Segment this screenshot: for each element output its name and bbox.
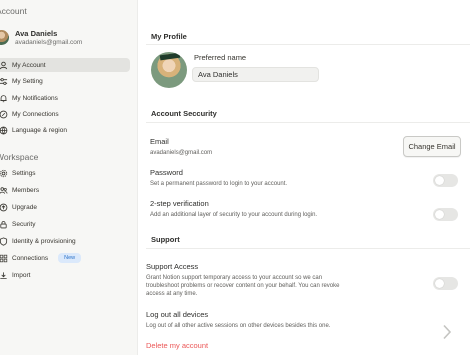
- users-icon: [0, 186, 8, 195]
- password-description: Set a permanent password to login to you…: [150, 181, 288, 187]
- sidebar-item-label: Security: [12, 220, 36, 228]
- shield-icon: [0, 236, 8, 246]
- two-step-label: 2-step verification: [150, 199, 209, 208]
- sidebar-item-label: My Setting: [12, 77, 43, 85]
- avatar: [0, 30, 9, 45]
- sidebar-item-connections[interactable]: Connections New: [0, 251, 130, 265]
- sidebar-item-language-region[interactable]: Language & region: [0, 123, 130, 137]
- graduation-cap-icon: [159, 52, 181, 61]
- email-value: avadaniels@gmail.com: [150, 150, 213, 156]
- two-step-description: Add an additional layer of security to y…: [150, 212, 318, 218]
- grid-icon: [0, 254, 8, 263]
- bell-icon: [0, 94, 8, 103]
- settings-content: My Profile Preferred name Account Seccur…: [138, 0, 474, 355]
- sidebar-item-members[interactable]: Members: [0, 183, 130, 197]
- delete-account-button[interactable]: Delete my account: [146, 341, 208, 350]
- account-section-heading: Account: [0, 6, 27, 16]
- sidebar-item-label: Settings: [12, 169, 36, 177]
- support-heading: Support: [151, 235, 180, 244]
- sidebar-item-label: Upgrade: [12, 203, 37, 211]
- change-email-button[interactable]: Change Email: [403, 136, 461, 157]
- sidebar-item-label: Members: [12, 186, 40, 194]
- support-access-description-line: access at any time.: [146, 291, 198, 297]
- sidebar-item-label: My Account: [12, 61, 46, 69]
- sidebar-item-my-setting[interactable]: My Setting: [0, 74, 130, 88]
- divider: [146, 248, 470, 249]
- support-access-label: Support Access: [146, 262, 199, 271]
- sidebar-item-settings[interactable]: Settings: [0, 166, 130, 180]
- sliders-icon: [0, 77, 8, 86]
- email-label: Email: [150, 137, 169, 146]
- sidebar-item-label: Import: [12, 271, 31, 279]
- divider: [146, 44, 470, 45]
- sidebar-item-identity-provisioning[interactable]: Identity & provisioning: [0, 234, 130, 248]
- sidebar-item-label: Connections: [12, 254, 49, 262]
- sidebar-item-label: My Notifications: [12, 94, 58, 102]
- two-step-toggle[interactable]: [433, 208, 458, 221]
- profile-photo[interactable]: [151, 52, 187, 88]
- sidebar-item-label: Identity & provisioning: [12, 237, 76, 245]
- my-profile-heading: My Profile: [151, 32, 187, 41]
- globe-icon: [0, 126, 8, 135]
- preferred-name-input[interactable]: [192, 67, 319, 82]
- sidebar-item-my-account[interactable]: My Account: [0, 58, 130, 72]
- sidebar-item-label: My Connections: [12, 110, 59, 118]
- sidebar-item-my-notifications[interactable]: My Notifications: [0, 91, 130, 105]
- settings-sidebar: Account Ava Daniels avadaniels@gmail.com…: [0, 0, 138, 355]
- lock-icon: [0, 220, 8, 229]
- chevron-right-icon[interactable]: [441, 324, 453, 340]
- user-name: Ava Daniels: [15, 29, 58, 38]
- sidebar-item-label: Language & region: [12, 126, 67, 134]
- sidebar-item-security[interactable]: Security: [0, 217, 130, 231]
- preferred-name-label: Preferred name: [194, 53, 247, 62]
- logout-all-description: Log out of all other active sessions on …: [146, 323, 331, 329]
- password-toggle[interactable]: [433, 174, 458, 187]
- sidebar-item-my-connections[interactable]: My Connections: [0, 107, 130, 121]
- account-security-heading: Account Seccurity: [151, 109, 217, 118]
- sidebar-item-import[interactable]: Import: [0, 268, 130, 282]
- gear-icon: [0, 169, 8, 178]
- link-icon: [0, 110, 8, 119]
- workspace-section-heading: Workspace: [0, 152, 39, 162]
- logout-all-label[interactable]: Log out all devices: [146, 310, 208, 319]
- sidebar-item-upgrade[interactable]: Upgrade: [0, 200, 130, 214]
- upgrade-icon: [0, 203, 8, 212]
- download-icon: [0, 271, 8, 280]
- divider: [146, 122, 470, 123]
- user-email: avadaniels@gmail.com: [15, 39, 83, 46]
- new-badge: New: [58, 253, 82, 263]
- user-profile-summary: Ava Daniels avadaniels@gmail.com: [0, 28, 134, 50]
- support-access-toggle[interactable]: [433, 277, 458, 290]
- user-icon: [0, 61, 8, 70]
- password-label: Password: [150, 168, 183, 177]
